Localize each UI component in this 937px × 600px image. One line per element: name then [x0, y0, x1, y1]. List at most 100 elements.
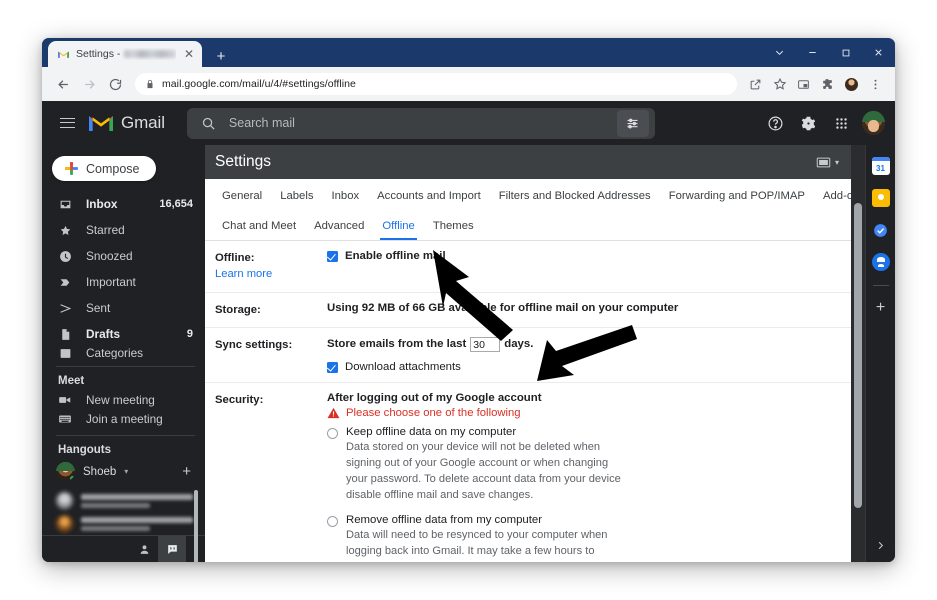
new-tab-button[interactable]: +: [212, 49, 230, 64]
extensions-puzzle-icon[interactable]: [817, 74, 838, 95]
share-icon[interactable]: [745, 74, 766, 95]
keep-offline-data-radio[interactable]: [327, 427, 338, 439]
tab-forwarding-and-pop-imap[interactable]: Forwarding and POP/IMAP: [660, 187, 814, 210]
browser-tab-title: Settings -: [76, 48, 176, 60]
search-bar[interactable]: [186, 107, 655, 139]
remove-offline-data-radio[interactable]: [327, 516, 338, 528]
page-scrollbar-thumb[interactable]: [854, 203, 862, 508]
bookmark-star-icon[interactable]: [769, 74, 790, 95]
remove-offline-data-option[interactable]: Remove offline data from my computer Dat…: [327, 514, 839, 562]
list-item[interactable]: [42, 489, 205, 512]
chrome-menu-icon[interactable]: [865, 74, 886, 95]
sidebar-item-starred[interactable]: Starred: [42, 217, 205, 243]
chat-bubble-icon[interactable]: [158, 535, 186, 562]
download-attachments-checkbox[interactable]: [327, 361, 338, 373]
browser-toolbar: mail.google.com/mail/u/4/#settings/offli…: [42, 67, 895, 101]
gear-icon[interactable]: [796, 111, 820, 135]
sidebar-item-snoozed[interactable]: Snoozed: [42, 243, 205, 269]
tab-general[interactable]: General: [219, 187, 271, 210]
address-bar[interactable]: mail.google.com/mail/u/4/#settings/offli…: [135, 73, 737, 95]
settings-panel: Settings ▾ General Labels Inbox Accounts…: [205, 145, 865, 562]
security-warning: Please choose one of the following: [327, 407, 839, 419]
chevron-down-icon[interactable]: ▾: [124, 467, 128, 476]
gmail-brand-text: Gmail: [121, 113, 165, 132]
page-title: Settings: [215, 153, 272, 170]
send-icon: [58, 302, 72, 315]
compose-button[interactable]: Compose: [52, 156, 156, 182]
search-icon: [201, 116, 216, 131]
learn-more-link[interactable]: Learn more: [215, 266, 327, 282]
sync-suffix-text: days.: [504, 338, 534, 351]
search-options-icon[interactable]: [616, 109, 649, 137]
compose-label: Compose: [86, 161, 140, 176]
settings-row-sync-control: Store emails from the last 30 days. Down…: [327, 336, 851, 373]
chevron-down-icon[interactable]: [763, 38, 796, 67]
google-tasks-icon[interactable]: [872, 221, 890, 239]
enable-offline-mail-checkbox[interactable]: [327, 251, 338, 262]
display-density-icon[interactable]: [816, 156, 831, 169]
tab-labels[interactable]: Labels: [271, 187, 322, 210]
hangouts-contact-list[interactable]: [42, 485, 205, 562]
back-arrow-icon[interactable]: [51, 72, 75, 96]
page-scrollbar[interactable]: [851, 145, 865, 562]
google-contacts-icon[interactable]: [871, 253, 890, 271]
browser-tabstrip: Settings - ✕ +: [42, 38, 895, 67]
tab-chat-and-meet[interactable]: Chat and Meet: [219, 217, 305, 240]
settings-row-sync: Sync settings: Store emails from the las…: [205, 328, 851, 383]
compose-plus-icon: [63, 160, 80, 177]
sidebar-nav: Inbox 16,654 Starred Snoozed Important S…: [42, 191, 205, 359]
settings-tabs-row-2: Chat and Meet Advanced Offline Themes: [219, 217, 851, 240]
tab-advanced[interactable]: Advanced: [305, 217, 373, 240]
sidebar-item-important[interactable]: Important: [42, 269, 205, 295]
plus-icon[interactable]: +: [876, 300, 885, 316]
reload-icon[interactable]: [103, 72, 127, 96]
forward-arrow-icon[interactable]: [77, 72, 101, 96]
enable-offline-mail-row[interactable]: Enable offline mail: [327, 250, 839, 262]
sidebar-item-drafts[interactable]: Drafts 9: [42, 321, 205, 347]
sidebar-item-inbox[interactable]: Inbox 16,654: [42, 191, 205, 217]
search-input[interactable]: [228, 116, 604, 130]
chevron-right-icon[interactable]: [875, 540, 886, 562]
picture-in-picture-icon[interactable]: [793, 74, 814, 95]
settings-header: Settings ▾: [205, 145, 851, 179]
close-icon[interactable]: [862, 38, 895, 67]
sidebar-item-categories[interactable]: Categories: [42, 347, 205, 359]
sync-days-input[interactable]: 30: [470, 336, 501, 352]
sidebar-item-new-meeting[interactable]: New meeting: [42, 391, 205, 410]
sidebar-item-join-meeting[interactable]: Join a meeting: [42, 410, 205, 429]
chevron-down-icon[interactable]: ▾: [835, 158, 839, 167]
sidebar-divider-meet: [56, 366, 195, 367]
hangouts-user-name: Shoeb: [83, 465, 117, 478]
tab-inbox[interactable]: Inbox: [323, 187, 369, 210]
account-avatar[interactable]: [862, 111, 885, 135]
google-keep-icon[interactable]: [871, 189, 890, 207]
keep-offline-data-option[interactable]: Keep offline data on my computer Data st…: [327, 426, 839, 503]
minimize-icon[interactable]: [796, 38, 829, 67]
tab-offline[interactable]: Offline: [373, 217, 423, 240]
avatar: [56, 515, 73, 533]
contact-list-scrollbar[interactable]: [194, 490, 198, 562]
people-icon[interactable]: [130, 536, 158, 562]
browser-tab-settings[interactable]: Settings - ✕: [48, 41, 202, 67]
tab-accounts-and-import[interactable]: Accounts and Import: [368, 187, 490, 210]
sidebar-item-sent[interactable]: Sent: [42, 295, 205, 321]
settings-row-offline-label: Offline: Learn more: [205, 250, 327, 283]
gmail-body: Compose Inbox 16,654 Starred Snoozed Imp…: [42, 145, 895, 562]
close-icon[interactable]: ✕: [182, 48, 196, 60]
keyboard-icon: [58, 412, 72, 426]
plus-icon[interactable]: +: [182, 464, 195, 479]
help-circle-icon[interactable]: [763, 111, 787, 135]
tab-filters-and-blocked-addresses[interactable]: Filters and Blocked Addresses: [490, 187, 660, 210]
gmail-logo[interactable]: Gmail: [88, 113, 165, 133]
tab-themes[interactable]: Themes: [424, 217, 483, 240]
sync-days-line: Store emails from the last 30 days.: [327, 336, 839, 352]
google-calendar-icon[interactable]: [871, 157, 890, 175]
security-radio-group: Keep offline data on my computer Data st…: [327, 426, 839, 562]
apps-grid-icon[interactable]: [829, 111, 853, 135]
hamburger-menu-icon[interactable]: [52, 108, 82, 138]
hangouts-user-row[interactable]: Shoeb ▾ +: [42, 460, 205, 485]
profile-avatar-icon[interactable]: [841, 74, 862, 95]
maximize-icon[interactable]: [829, 38, 862, 67]
list-item[interactable]: [42, 512, 205, 535]
download-attachments-row[interactable]: Download attachments: [327, 361, 839, 373]
